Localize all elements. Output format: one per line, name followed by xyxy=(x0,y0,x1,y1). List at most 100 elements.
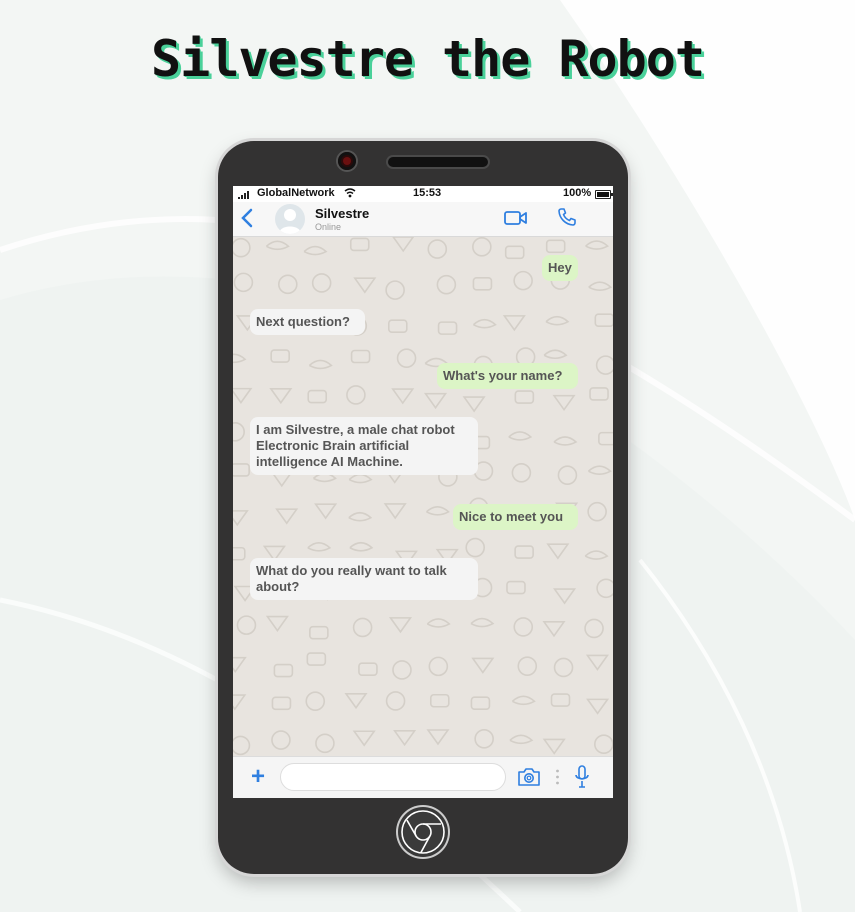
contact-name[interactable]: Silvestre xyxy=(315,206,369,221)
message-incoming: What do you really want to talk about? xyxy=(250,558,478,600)
pattern-doodle xyxy=(233,237,251,258)
pattern-doodle xyxy=(308,359,333,370)
pattern-doodle xyxy=(508,431,533,441)
pattern-doodle xyxy=(472,237,492,257)
contact-avatar[interactable] xyxy=(275,204,305,234)
message-outgoing: What's your name? xyxy=(437,363,578,389)
camera-icon[interactable] xyxy=(517,767,541,787)
earpiece-speaker xyxy=(388,157,488,167)
pattern-doodle xyxy=(265,615,289,632)
contact-status: Online xyxy=(315,222,342,232)
pattern-doodle xyxy=(353,277,377,294)
pattern-doodle xyxy=(470,617,495,628)
pattern-doodle xyxy=(270,349,290,363)
pattern-doodle xyxy=(352,617,373,638)
pattern-doodle xyxy=(550,693,571,707)
pattern-doodle xyxy=(350,349,371,364)
pattern-doodle xyxy=(385,691,406,711)
pattern-doodle xyxy=(314,503,338,520)
pattern-doodle xyxy=(425,506,450,516)
pattern-doodle xyxy=(233,735,251,756)
pattern-doodle xyxy=(502,315,526,332)
pattern-doodle xyxy=(233,387,253,405)
pattern-doodle xyxy=(513,617,534,637)
chat-area[interactable]: Hey Next question? What's your name? I a… xyxy=(233,237,613,756)
pattern-doodle xyxy=(542,738,566,755)
pattern-doodle xyxy=(546,543,570,560)
pattern-doodle xyxy=(587,465,612,476)
pattern-doodle xyxy=(349,541,374,552)
pattern-doodle xyxy=(437,321,458,335)
message-outgoing: Hey xyxy=(542,255,578,281)
pattern-doodle xyxy=(506,580,526,595)
pattern-doodle xyxy=(346,385,366,405)
back-chevron-icon[interactable] xyxy=(239,208,255,228)
pattern-doodle xyxy=(587,501,607,522)
pattern-doodle xyxy=(553,657,574,678)
pattern-doodle xyxy=(392,237,415,253)
message-incoming: I am Silvestre, a male chat robot Electr… xyxy=(250,417,478,475)
home-button[interactable] xyxy=(398,807,448,857)
chrome-logo-icon xyxy=(401,810,445,854)
pattern-doodle xyxy=(273,663,294,678)
message-input[interactable] xyxy=(280,763,506,791)
battery-percent: 100% xyxy=(563,187,592,199)
pattern-doodle xyxy=(385,280,405,300)
pattern-doodle xyxy=(233,353,247,364)
pattern-doodle xyxy=(307,389,328,404)
pattern-doodle xyxy=(275,508,299,525)
pattern-doodle xyxy=(307,541,332,552)
pattern-doodle xyxy=(233,422,245,442)
pattern-doodle xyxy=(517,656,538,676)
plus-icon[interactable]: + xyxy=(251,765,265,789)
status-bar: GlobalNetwork 15:53 100% xyxy=(233,186,613,202)
pattern-doodle xyxy=(584,550,609,560)
pattern-doodle xyxy=(271,730,291,750)
pattern-doodle xyxy=(426,618,451,628)
pattern-doodle xyxy=(348,511,373,522)
pattern-doodle xyxy=(315,733,335,754)
pattern-doodle xyxy=(472,277,493,291)
pattern-doodle xyxy=(472,318,497,329)
pattern-doodle xyxy=(426,729,450,746)
pattern-doodle xyxy=(233,463,250,477)
message-input-bar: + xyxy=(233,756,613,798)
microphone-icon[interactable] xyxy=(575,765,589,789)
pattern-doodle xyxy=(552,588,577,605)
pattern-doodle xyxy=(236,615,257,635)
status-time: 15:53 xyxy=(413,187,442,199)
pattern-doodle xyxy=(344,692,368,710)
pattern-doodle xyxy=(352,730,376,747)
pattern-doodle xyxy=(391,388,415,405)
pattern-doodle xyxy=(511,695,536,706)
pattern-doodle xyxy=(545,239,566,254)
pattern-doodle xyxy=(348,473,373,484)
pattern-doodle xyxy=(514,390,535,404)
wifi-icon xyxy=(344,188,356,198)
pattern-doodle xyxy=(470,696,491,710)
pattern-doodle xyxy=(553,436,578,446)
pattern-doodle xyxy=(396,348,417,368)
pattern-doodle xyxy=(594,313,613,327)
pattern-doodle xyxy=(474,729,494,749)
pattern-doodle xyxy=(588,281,613,291)
pattern-doodle xyxy=(585,654,609,671)
pattern-doodle xyxy=(465,537,486,558)
pattern-doodle xyxy=(387,319,408,333)
pattern-doodle xyxy=(271,696,292,711)
pattern-doodle xyxy=(545,315,570,326)
pattern-doodle xyxy=(306,652,327,666)
pattern-doodle xyxy=(233,656,247,674)
pattern-doodle xyxy=(511,462,532,483)
pattern-doodle xyxy=(589,387,609,401)
pattern-doodle xyxy=(309,625,329,640)
pattern-doodle xyxy=(427,239,448,259)
pattern-doodle xyxy=(552,394,576,412)
video-camera-icon[interactable] xyxy=(504,209,528,227)
phone-icon[interactable] xyxy=(557,207,577,227)
pattern-doodle xyxy=(504,245,525,260)
pattern-doodle xyxy=(596,578,613,599)
pattern-doodle xyxy=(429,693,450,708)
chat-header: Silvestre Online xyxy=(233,202,613,237)
pattern-doodle xyxy=(383,503,407,520)
